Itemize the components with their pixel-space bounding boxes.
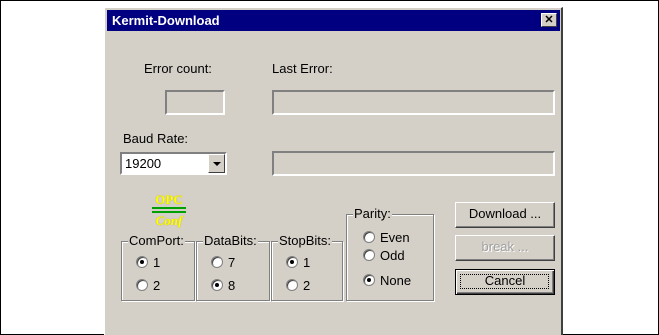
baud-rate-label: Baud Rate: <box>123 131 189 146</box>
databits-option-label: 7 <box>228 255 236 270</box>
radio-dot-icon <box>140 260 144 264</box>
radio-circle-icon <box>286 279 298 291</box>
stopbits-option-label: 1 <box>303 255 311 270</box>
kermit-download-dialog: Kermit-Download ✕ Error count: Last Erro… <box>104 7 563 335</box>
window-title: Kermit-Download <box>112 13 220 28</box>
baud-rate-value: 19200 <box>125 156 162 171</box>
stopbits-option-label: 2 <box>303 278 311 293</box>
radio-dot-icon <box>215 283 219 287</box>
parity-group-title: Parity: <box>353 206 392 221</box>
stopbits-group: StopBits: 1 2 <box>271 233 343 301</box>
radio-circle-icon <box>136 256 148 268</box>
opc-conf-logo: OPC Conf <box>150 192 188 230</box>
error-count-label: Error count: <box>144 61 212 76</box>
comport-group-title: ComPort: <box>128 233 185 248</box>
radio-circle-icon <box>363 274 375 286</box>
radio-circle-icon <box>286 256 298 268</box>
parity-option-label: Even <box>380 230 410 245</box>
title-bar[interactable]: Kermit-Download ✕ <box>107 10 560 31</box>
last-error-field <box>272 90 555 115</box>
radio-circle-icon <box>211 256 223 268</box>
download-button[interactable]: Download ... <box>455 202 555 228</box>
radio-dot-icon <box>290 260 294 264</box>
break-button[interactable]: break ... <box>455 235 555 261</box>
comport-group: ComPort: 1 2 <box>121 233 195 301</box>
databits-option-label: 8 <box>228 278 236 293</box>
close-button[interactable]: ✕ <box>541 13 557 27</box>
databits-group-title: DataBits: <box>203 233 258 248</box>
parity-option-label: Odd <box>380 248 405 263</box>
radio-circle-icon <box>211 279 223 291</box>
stopbits-group-title: StopBits: <box>278 233 333 248</box>
status-field <box>272 151 555 176</box>
radio-circle-icon <box>136 279 148 291</box>
logo-stripe <box>152 207 186 209</box>
radio-circle-icon <box>363 249 375 261</box>
logo-top-text: OPC <box>155 192 183 207</box>
comport-option-label: 2 <box>153 278 161 293</box>
parity-group: Parity: Even Odd None <box>346 206 434 301</box>
error-count-field <box>165 90 225 115</box>
databits-group: DataBits: 7 8 <box>196 233 270 301</box>
radio-dot-icon <box>367 278 371 282</box>
focus-rectangle <box>460 274 549 289</box>
radio-circle-icon <box>363 231 375 243</box>
close-icon: ✕ <box>544 14 554 26</box>
cancel-button[interactable]: Cancel <box>455 269 555 295</box>
baud-rate-select[interactable]: 19200 <box>120 152 227 175</box>
comport-option-label: 1 <box>153 255 161 270</box>
dropdown-arrow-icon[interactable] <box>208 154 225 173</box>
parity-option-label: None <box>380 273 412 288</box>
last-error-label: Last Error: <box>272 61 333 76</box>
logo-bottom-text: Conf <box>155 213 183 228</box>
